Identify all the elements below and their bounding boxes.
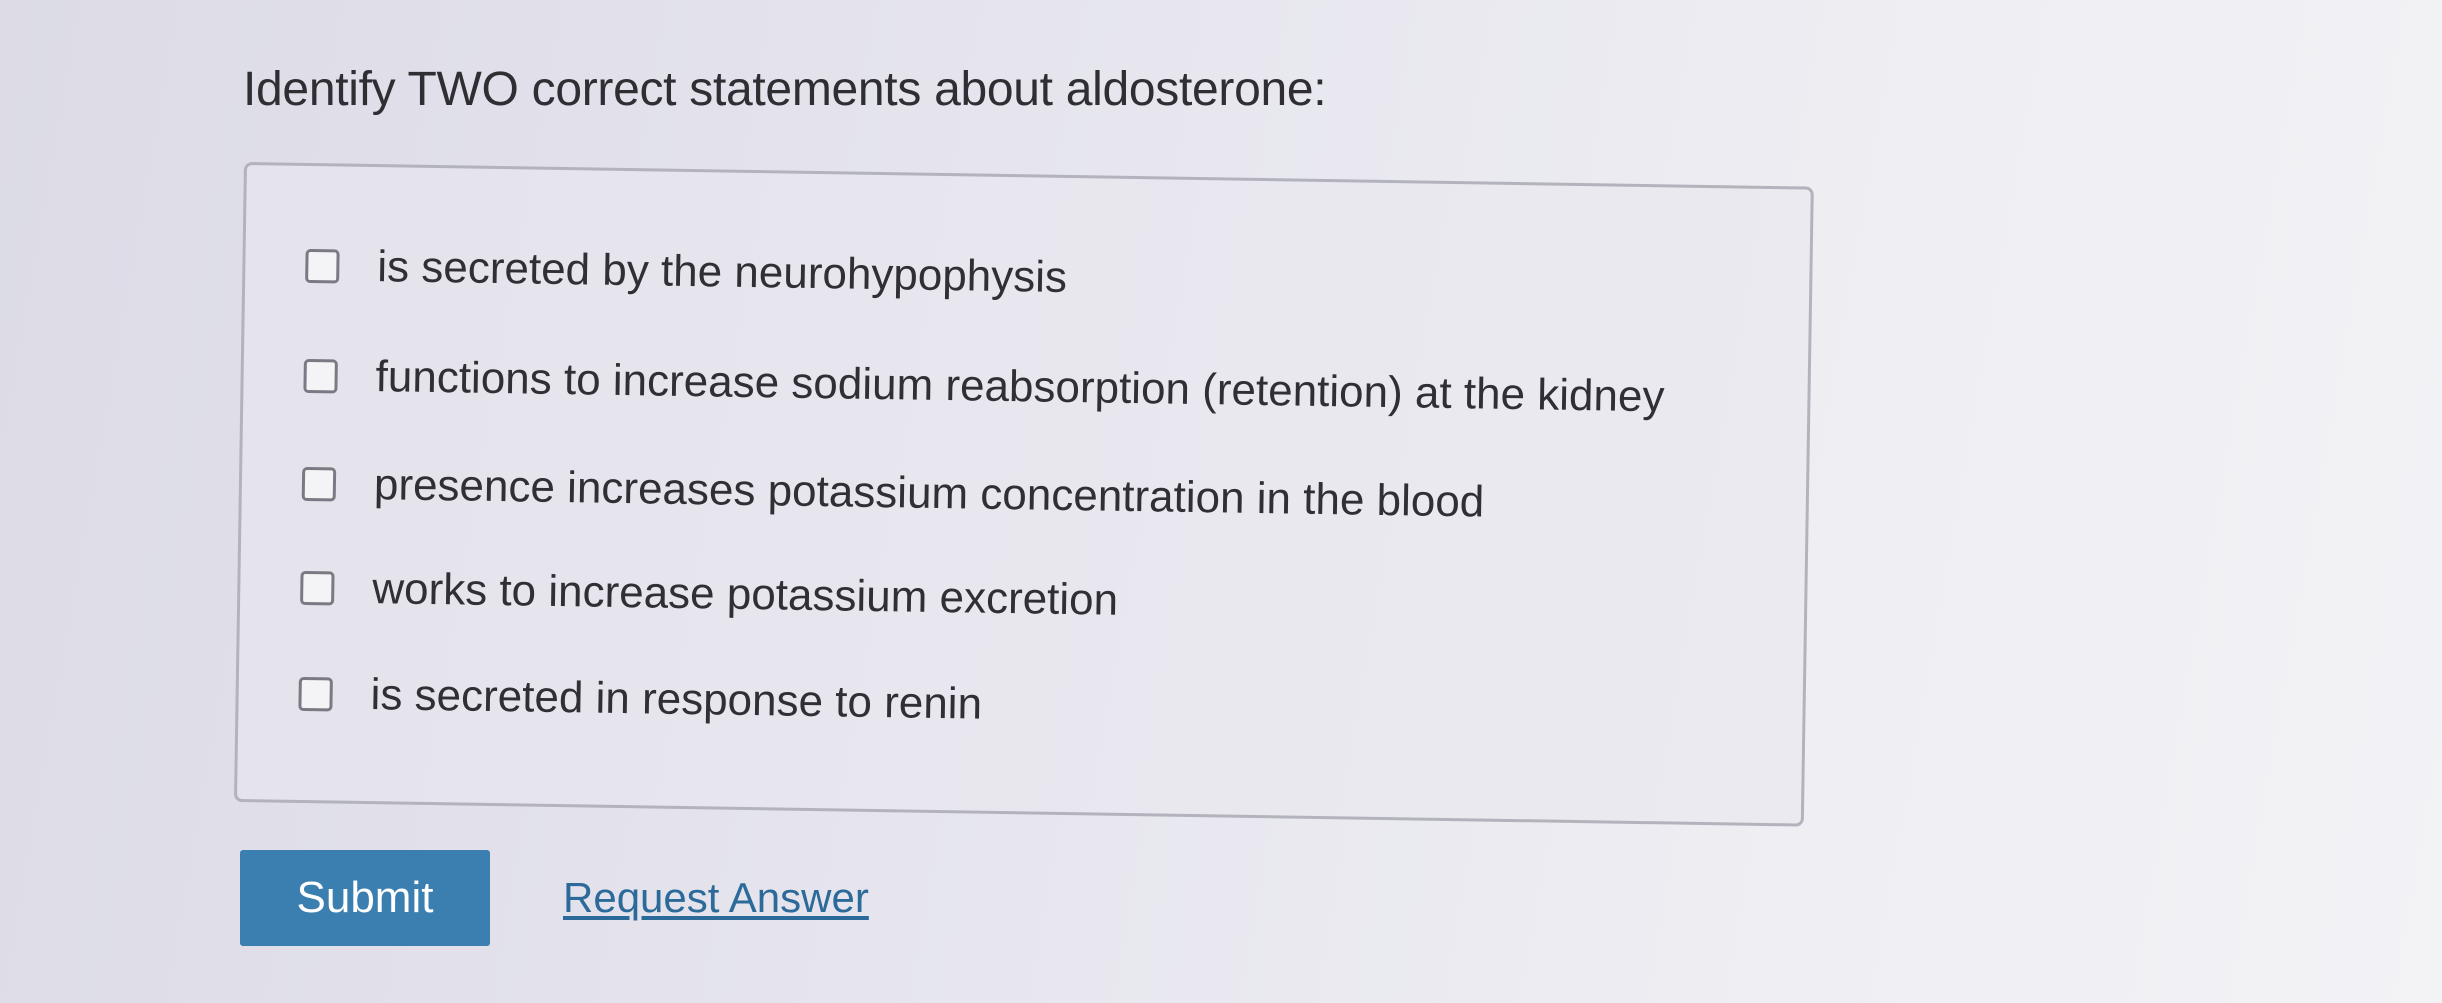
answer-options-box: is secreted by the neurohypophysis funct… — [233, 162, 1814, 827]
option-potassium-concentration[interactable]: presence increases potassium concentrati… — [301, 459, 1485, 528]
checkbox[interactable] — [305, 248, 340, 284]
request-answer-link[interactable]: Request Answer — [563, 874, 869, 922]
checkbox[interactable] — [300, 570, 335, 606]
option-label: works to increase potassium excretion — [371, 564, 1119, 625]
option-label: is secreted by the neurohypophysis — [376, 242, 1068, 302]
option-label: functions to increase sodium reabsorptio… — [375, 352, 1665, 422]
submit-button[interactable]: Submit — [240, 850, 490, 946]
option-potassium-excretion[interactable]: works to increase potassium excretion — [300, 563, 1119, 626]
question-text: Identify TWO correct statements about al… — [243, 63, 1327, 116]
option-label: presence increases potassium concentrati… — [373, 460, 1485, 527]
option-sodium-reabsorption[interactable]: functions to increase sodium reabsorptio… — [303, 351, 1665, 422]
option-renin[interactable]: is secreted in response to renin — [298, 669, 982, 730]
checkbox[interactable] — [301, 466, 337, 502]
checkbox[interactable] — [298, 676, 333, 712]
option-label: is secreted in response to renin — [370, 670, 983, 729]
option-neurohypophysis[interactable]: is secreted by the neurohypophysis — [305, 241, 1067, 303]
checkbox[interactable] — [303, 358, 338, 394]
